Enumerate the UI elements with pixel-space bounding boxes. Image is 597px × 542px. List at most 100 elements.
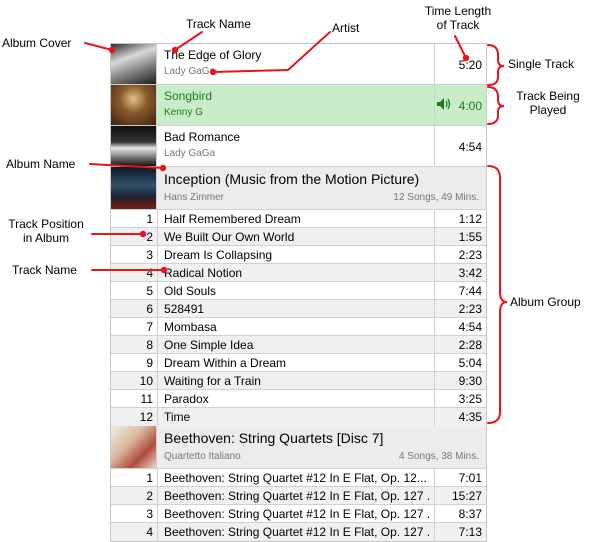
album-cover-image	[111, 426, 157, 468]
column-divider	[157, 408, 158, 426]
album-track-row[interactable]: 3 Beethoven: String Quartet #12 In E Flat…	[111, 505, 486, 523]
track-title: Bad Romance	[164, 130, 241, 144]
column-divider	[157, 390, 158, 407]
album-track-row[interactable]: 4 Beethoven: String Quartet #12 In E Flat…	[111, 523, 486, 541]
column-divider	[157, 487, 158, 504]
annotation-time-length-line2: of Track	[436, 18, 480, 32]
track-position: 3	[146, 507, 153, 521]
annotation-track-position-line2: in Album	[22, 231, 70, 245]
annotation-being-played-line1: Track Being	[516, 89, 580, 103]
column-divider	[434, 126, 435, 166]
column-divider	[434, 210, 435, 227]
album-meta: 12 Songs, 49 Mins.	[393, 192, 479, 203]
column-divider	[157, 354, 158, 371]
track-time: 7:44	[458, 284, 482, 298]
track-name: Beethoven: String Quartet #12 In E Flat,…	[164, 525, 431, 539]
speaker-icon	[436, 97, 452, 114]
album-title: Beethoven: String Quartets [Disc 7]	[164, 430, 384, 446]
track-title: The Edge of Glory	[164, 48, 262, 62]
album-track-row[interactable]: 9 Dream Within a Dream 5:04	[111, 354, 486, 372]
column-divider	[157, 228, 158, 245]
album-track-row[interactable]: 5 Old Souls 7:44	[111, 282, 486, 300]
column-divider	[434, 318, 435, 335]
album-track-row[interactable]: 12 Time 4:35	[111, 408, 486, 426]
column-divider	[157, 469, 158, 486]
album-cover-image	[111, 85, 157, 125]
track-position: 2	[146, 489, 153, 503]
track-name: Radical Notion	[164, 266, 243, 280]
track-name: Beethoven: String Quartet #12 In E Flat,…	[164, 507, 431, 521]
track-time: 2:23	[458, 248, 482, 262]
album-artist: Quartetto Italiano	[164, 451, 241, 462]
track-position: 1	[146, 212, 153, 226]
column-divider	[434, 44, 435, 84]
track-artist: Lady GaGa	[164, 66, 216, 77]
column-divider	[434, 300, 435, 317]
column-divider	[434, 505, 435, 522]
track-position: 2	[146, 230, 153, 244]
album-title: Inception (Music from the Motion Picture…	[164, 171, 420, 187]
track-time: 1:12	[458, 212, 482, 226]
track-position: 8	[146, 338, 153, 352]
column-divider	[434, 246, 435, 263]
album-track-row[interactable]: 3 Dream Is Collapsing 2:23	[111, 246, 486, 264]
column-divider	[157, 300, 158, 317]
album-header-row[interactable]: Inception (Music from the Motion Picture…	[111, 167, 486, 210]
album-track-row[interactable]: 1 Half Remembered Dream 1:12	[111, 210, 486, 228]
column-divider	[434, 228, 435, 245]
column-divider	[434, 282, 435, 299]
column-divider	[434, 372, 435, 389]
annotation-track-name-mid: Track Name	[12, 263, 77, 277]
single-track-row[interactable]: Bad Romance Lady GaGa 4:54	[111, 126, 486, 167]
column-divider	[157, 523, 158, 541]
track-name: Mombasa	[164, 320, 217, 334]
album-track-row[interactable]: 4 Radical Notion 3:42	[111, 264, 486, 282]
album-track-row[interactable]: 2 We Built Our Own World 1:55	[111, 228, 486, 246]
column-divider	[434, 354, 435, 371]
annotation-track-position: Track Position in Album	[0, 217, 92, 245]
album-meta: 4 Songs, 38 Mins.	[398, 451, 479, 462]
track-name: We Built Our Own World	[164, 230, 295, 244]
track-time: 2:28	[458, 338, 482, 352]
column-divider	[157, 246, 158, 263]
track-time: 3:25	[458, 392, 482, 406]
track-time: 4:54	[458, 140, 482, 154]
bracket-single-track	[487, 44, 505, 86]
track-time: 9:30	[458, 374, 482, 388]
track-position: 4	[146, 266, 153, 280]
album-track-row[interactable]: 6 528491 2:23	[111, 300, 486, 318]
album-cover-image	[111, 167, 157, 209]
annotation-single-track: Single Track	[508, 57, 575, 71]
column-divider	[157, 264, 158, 281]
album-cover-image	[111, 126, 157, 166]
playing-track-row[interactable]: Songbird Kenny G 4:00	[111, 85, 486, 126]
track-name: Dream Within a Dream	[164, 356, 287, 370]
track-time: 7:13	[458, 525, 482, 539]
single-track-row[interactable]: The Edge of Glory Lady GaGa 5:20	[111, 44, 486, 85]
annotation-track-position-line1: Track Position	[8, 217, 84, 231]
album-track-row[interactable]: 8 One Simple Idea 2:28	[111, 336, 486, 354]
annotation-track-name-top: Track Name	[186, 17, 251, 31]
annotation-time-length: Time Length of Track	[412, 4, 504, 32]
track-position: 4	[146, 525, 153, 539]
annotation-album-cover: Album Cover	[2, 36, 72, 50]
album-track-row[interactable]: 7 Mombasa 4:54	[111, 318, 486, 336]
track-time: 15:27	[451, 489, 482, 503]
track-artist: Kenny G	[164, 107, 203, 118]
track-list: The Edge of Glory Lady GaGa 5:20 Songbir…	[110, 43, 487, 542]
column-divider	[157, 210, 158, 227]
album-track-row[interactable]: 2 Beethoven: String Quartet #12 In E Flat…	[111, 487, 486, 505]
track-position: 5	[146, 284, 153, 298]
column-divider	[434, 469, 435, 486]
album-track-row[interactable]: 10 Waiting for a Train 9:30	[111, 372, 486, 390]
column-divider	[157, 282, 158, 299]
track-name: Dream Is Collapsing	[164, 248, 273, 262]
column-divider	[434, 264, 435, 281]
annotation-time-length-line1: Time Length	[424, 4, 492, 18]
album-track-row[interactable]: 11 Paradox 3:25	[111, 390, 486, 408]
album-header-row[interactable]: Beethoven: String Quartets [Disc 7] Quar…	[111, 426, 486, 469]
album-track-row[interactable]: 1 Beethoven: String Quartet #12 In E Flat…	[111, 469, 486, 487]
track-position: 1	[146, 471, 153, 485]
annotation-album-group: Album Group	[510, 295, 581, 309]
column-divider	[434, 336, 435, 353]
